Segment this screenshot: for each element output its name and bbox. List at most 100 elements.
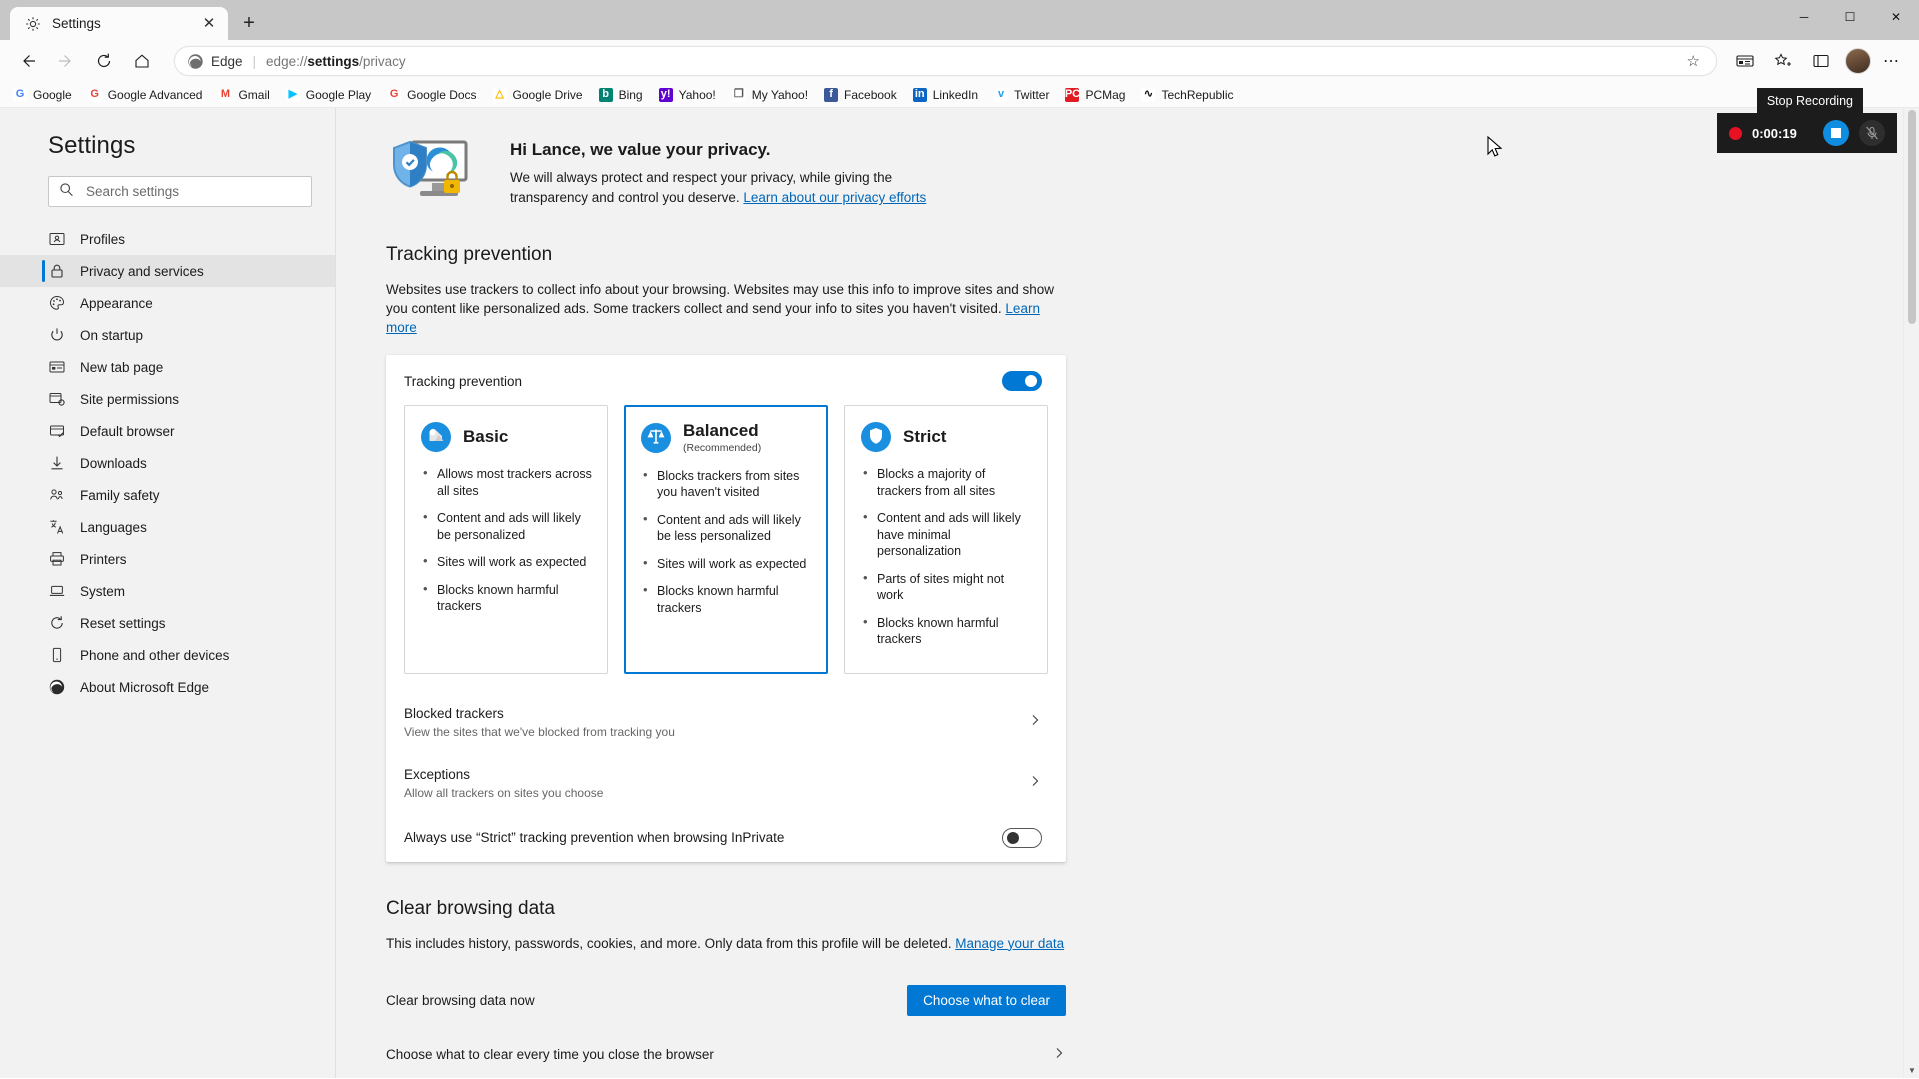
row-exceptions[interactable]: Exceptions Allow all trackers on sites y… [386,753,1066,814]
bookmark-item[interactable]: PC PCMag [1058,85,1132,105]
bookmark-item[interactable]: b Bing [592,85,650,105]
bookmark-item[interactable]: ᴠ Twitter [987,85,1056,105]
sidebar-item-languages[interactable]: Languages [0,511,335,543]
avatar[interactable] [1845,48,1871,74]
bookmark-item[interactable]: ▶ Google Play [279,85,378,105]
search-wrapper [0,176,335,223]
microphone-muted-icon[interactable] [1859,120,1885,146]
content-scrollbar[interactable]: ▲ ▼ [1903,108,1919,1078]
settings-nav-list: Profiles Privacy and services Appearance On… [0,223,335,703]
back-button[interactable] [10,45,46,77]
choose-what-to-clear-button[interactable]: Choose what to clear [907,984,1066,1016]
sidebar-item-reset-settings[interactable]: Reset settings [0,607,335,639]
record-dot-icon [1729,126,1742,140]
row-inprivate-strict[interactable]: Always use “Strict” tracking prevention … [386,814,1066,862]
scroll-down-arrow-icon[interactable]: ▼ [1904,1062,1919,1078]
tier-bullet-list: Allows most trackers across all sites Con… [421,465,593,615]
sidebar-item-new-tab-page[interactable]: New tab page [0,351,335,383]
basic-tracker-icon [421,422,451,452]
more-settings-icon[interactable]: ⋯ [1873,45,1909,77]
title-bar: Settings ✕ + ─ ☐ ✕ [0,0,1919,40]
sidebar-item-privacy-and-services[interactable]: Privacy and services [0,255,335,287]
maximize-button[interactable]: ☐ [1827,0,1873,34]
bookmark-favicon-icon: △ [492,87,507,102]
sidebar-item-phone-and-other-devices[interactable]: Phone and other devices [0,639,335,671]
address-separator: | [252,53,257,69]
sidebar-item-family-safety[interactable]: Family safety [0,479,335,511]
sidebar-item-on-startup[interactable]: On startup [0,319,335,351]
page-title: Settings [48,132,136,159]
chevron-right-icon[interactable] [1028,713,1042,731]
minimize-button[interactable]: ─ [1781,0,1827,34]
forward-button[interactable] [48,45,84,77]
inprivate-strict-toggle[interactable] [1002,827,1042,848]
chevron-right-icon[interactable] [1028,774,1042,792]
sidebar-item-downloads[interactable]: Downloads [0,447,335,479]
scroll-thumb[interactable] [1908,110,1916,324]
bookmark-favicon-icon: b [598,87,613,102]
bookmark-item[interactable]: ∿ TechRepublic [1134,85,1240,105]
sidebar-item-site-permissions[interactable]: Site permissions [0,383,335,415]
new-tab-button[interactable]: + [232,8,266,38]
address-bar[interactable]: Edge | edge://settings/privacy ☆ [174,46,1717,76]
bookmark-favicon-icon: G [87,87,102,102]
site-permissions-icon [48,390,66,408]
search-settings-box[interactable] [48,176,312,207]
home-button[interactable] [124,45,160,77]
row-clear-on-close[interactable]: Choose what to clear every time you clos… [386,1030,1066,1079]
sidebar-item-profiles[interactable]: Profiles [0,223,335,255]
languages-icon [48,518,66,536]
bookmark-favicon-icon: ▶ [285,87,300,102]
palette-icon [48,294,66,312]
close-window-button[interactable]: ✕ [1873,0,1919,34]
tracking-prevention-toggle[interactable] [1002,371,1042,391]
address-url[interactable]: edge://settings/privacy [266,54,1681,69]
sidebar-item-default-browser[interactable]: Default browser [0,415,335,447]
row-blocked-trackers[interactable]: Blocked trackers View the sites that we'… [386,692,1066,753]
collections-icon[interactable] [1727,45,1763,77]
privacy-efforts-link[interactable]: Learn about our privacy efforts [743,190,926,205]
close-icon[interactable]: ✕ [198,13,220,35]
row-clear-now: Clear browsing data now Choose what to c… [386,971,1066,1030]
clear-browsing-data-description: This includes history, passwords, cookie… [386,935,1065,951]
tier-bullet: Allows most trackers across all sites [421,465,593,499]
tracking-tier-balanced[interactable]: Balanced(Recommended) Blocks trackers fro… [624,405,828,674]
bookmark-item[interactable]: G Google [6,85,79,105]
sidebar-item-system[interactable]: System [0,575,335,607]
refresh-button[interactable] [86,45,122,77]
sidebar-item-printers[interactable]: Printers [0,543,335,575]
settings-content: Hi Lance, we value your privacy. We will… [336,108,1919,1078]
manage-your-data-link[interactable]: Manage your data [955,936,1064,951]
tier-bullet: Blocks known harmful trackers [421,581,593,615]
bookmarks-bar: G Google G Google Advanced M Gmail ▶ Google Pla… [0,82,1919,108]
search-input[interactable] [84,183,301,200]
chevron-right-icon[interactable] [1052,1046,1066,1064]
tracking-prevention-description: Websites use trackers to collect info ab… [386,282,1055,335]
tracking-card-header: Tracking prevention [386,355,1066,399]
stop-recording-button[interactable] [1823,120,1849,146]
browser-tab-settings[interactable]: Settings ✕ [10,7,228,40]
clear-on-close-label: Choose what to clear every time you clos… [386,1047,714,1062]
bookmark-item[interactable]: in LinkedIn [906,85,985,105]
bookmark-item[interactable]: △ Google Drive [486,85,590,105]
bookmark-item[interactable]: M Gmail [211,85,276,105]
sidebar-item-label: Downloads [80,455,147,471]
sidebar-item-label: Family safety [80,487,160,503]
favorites-bar-icon[interactable] [1803,45,1839,77]
tracking-tier-basic[interactable]: Basic Allows most trackers across all sit… [404,405,608,674]
tracking-tier-strict[interactable]: Strict Blocks a majority of trackers from… [844,405,1048,674]
bookmark-item[interactable]: G Google Advanced [81,85,210,105]
clear-now-label: Clear browsing data now [386,992,535,1008]
sidebar-item-about-microsoft-edge[interactable]: About Microsoft Edge [0,671,335,703]
bookmark-item[interactable]: f Facebook [817,85,904,105]
tier-name: Balanced [683,421,759,440]
bookmark-item[interactable]: ❐ My Yahoo! [725,85,815,105]
sidebar-item-label: Privacy and services [80,263,204,279]
bookmark-item[interactable]: y! Yahoo! [652,85,723,105]
favorites-icon[interactable] [1765,45,1801,77]
favorite-star-icon[interactable]: ☆ [1681,52,1706,70]
tier-bullet-list: Blocks trackers from sites you haven't v… [641,467,813,617]
sidebar-item-appearance[interactable]: Appearance [0,287,335,319]
bookmark-item[interactable]: G Google Docs [380,85,483,105]
sidebar-item-label: System [80,583,126,599]
